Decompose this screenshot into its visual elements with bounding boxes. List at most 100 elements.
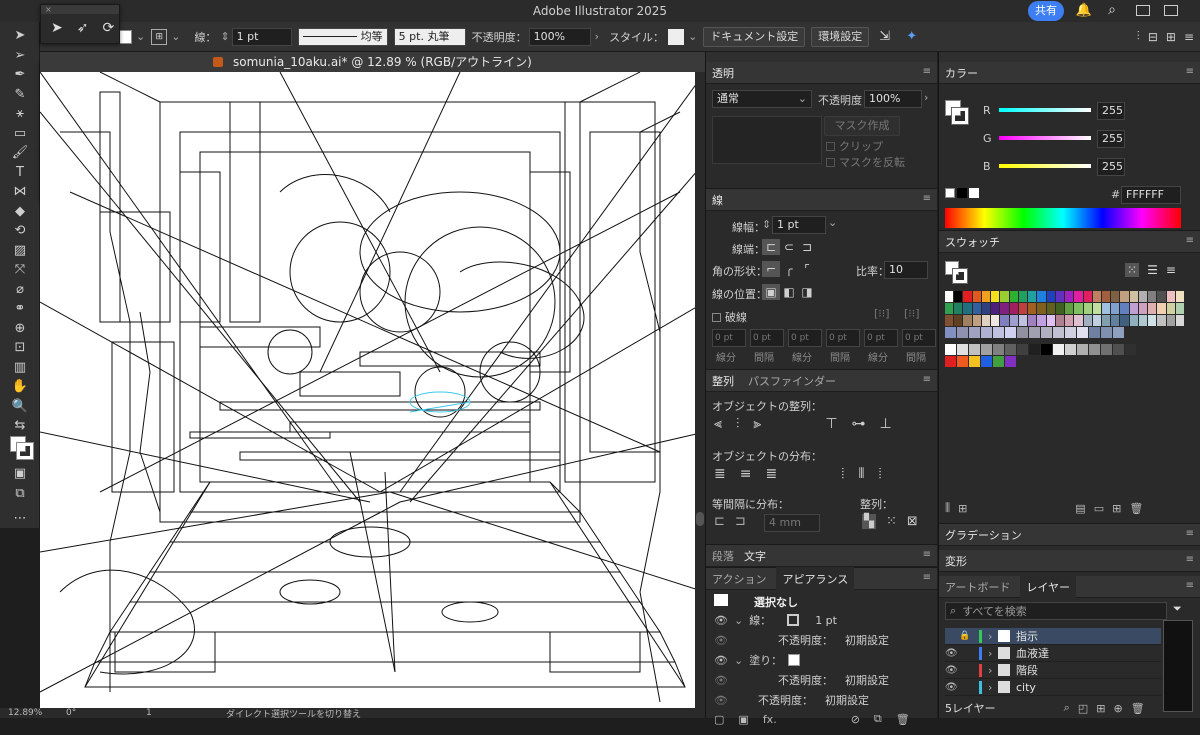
show-kinds-icon[interactable]: ⊞ [958, 502, 967, 515]
eyedropper-tool-icon[interactable]: ⌀ [0, 280, 40, 300]
eye-icon[interactable]: 👁 [714, 614, 728, 627]
color-swatch[interactable] [1065, 303, 1074, 314]
distribute-top-icon[interactable]: ≣ [714, 466, 726, 482]
color-swatch[interactable] [1018, 303, 1028, 314]
appearance-fill-row[interactable]: 👁 ⌄ 塗り： [714, 652, 801, 668]
color-swatch[interactable] [1037, 303, 1046, 314]
panel-menu-icon[interactable]: ≡ [923, 572, 931, 583]
arrange-documents-icon[interactable] [1136, 5, 1150, 16]
align-center-stroke-icon[interactable]: ▣ [762, 284, 780, 300]
color-swatch[interactable] [1055, 291, 1065, 302]
color-swatch[interactable] [1005, 356, 1016, 367]
new-sublayer-icon[interactable]: ⊞ [1096, 702, 1105, 715]
g-slider[interactable] [999, 136, 1091, 140]
color-swatch[interactable] [945, 315, 954, 326]
stroke-swatch[interactable] [16, 442, 34, 460]
color-swatch[interactable] [981, 315, 991, 326]
color-swatch[interactable] [963, 291, 972, 302]
eye-icon[interactable]: 👁 [714, 634, 728, 647]
new-color-group-icon[interactable]: ▭ [1094, 502, 1104, 515]
color-swatch[interactable] [1113, 327, 1124, 338]
zoom-level[interactable]: 12.89% [8, 708, 48, 718]
color-swatch[interactable] [1101, 327, 1112, 338]
eye-icon[interactable]: 👁 [714, 674, 728, 687]
gradient-tab[interactable]: グラデーション [945, 527, 1022, 543]
preferences-button[interactable]: 環境設定 [811, 26, 870, 47]
direct-selection-tool-icon[interactable]: ➢ [0, 46, 40, 66]
layers-search[interactable]: ⌕ すべてを検索 [945, 602, 1167, 620]
graphic-style-swatch[interactable] [668, 28, 685, 45]
layer-name[interactable]: 階段 [1016, 662, 1038, 678]
color-swatch[interactable] [1037, 315, 1046, 326]
color-swatch[interactable] [1157, 291, 1166, 302]
chevron-right-icon[interactable]: › [924, 91, 928, 104]
color-swatch[interactable] [1065, 315, 1074, 326]
color-swatch[interactable] [1065, 291, 1074, 302]
fx-icon[interactable]: fx. [763, 713, 777, 726]
color-swatch[interactable] [1028, 315, 1037, 326]
color-swatch[interactable] [954, 315, 963, 326]
color-swatch[interactable] [1157, 315, 1166, 326]
color-swatch[interactable] [1000, 291, 1009, 302]
color-swatch[interactable] [1046, 291, 1055, 302]
swatches-tab[interactable]: スウォッチ [945, 234, 1000, 250]
align-left-icon[interactable]: ⫷ [714, 416, 722, 432]
color-swatch[interactable] [1083, 303, 1092, 314]
color-swatch[interactable] [1000, 303, 1009, 314]
black-swatch[interactable] [957, 188, 967, 198]
layer-name[interactable]: 指示 [1016, 628, 1038, 644]
projecting-cap-icon[interactable]: ⊐ [798, 239, 816, 255]
color-swatch[interactable] [1101, 344, 1112, 355]
more-tools-icon[interactable]: ⋯ [0, 509, 40, 529]
color-swatch[interactable] [1138, 315, 1148, 326]
color-swatch[interactable] [1120, 291, 1129, 302]
swatches-panel-header[interactable]: スウォッチ ≡ [939, 231, 1200, 253]
layer-row[interactable]: 👁 › 階段 [945, 662, 1161, 679]
character-tab[interactable]: 文字 [744, 548, 766, 564]
swatch-options-icon[interactable]: ▤ [1075, 502, 1085, 515]
opacity-input[interactable]: 100% [528, 27, 591, 46]
align-tab[interactable]: 整列 [712, 373, 734, 389]
color-panel-header[interactable]: カラー ≡ [939, 62, 1200, 84]
color-swatch[interactable] [991, 315, 1000, 326]
color-swatch[interactable] [1148, 303, 1157, 314]
white-swatch[interactable] [969, 188, 979, 198]
appearance-tab[interactable]: アピアランス [776, 566, 855, 591]
chevron-right-icon[interactable]: › [595, 30, 599, 43]
color-swatch[interactable] [1028, 291, 1037, 302]
color-swatch[interactable] [969, 327, 980, 338]
selection-tool-icon[interactable]: ➤ [0, 26, 40, 46]
color-swatch[interactable] [1125, 344, 1136, 355]
dashed-line-checkbox[interactable]: 破線 [712, 309, 747, 325]
transparency-panel-header[interactable]: 透明 ≡ [706, 62, 937, 84]
miter-join-icon[interactable]: ⌐ [762, 261, 780, 277]
stepper-icon[interactable]: ⇕ [762, 218, 771, 231]
panel-menu-icon[interactable]: ≡ [923, 549, 931, 560]
color-swatch[interactable] [945, 303, 954, 314]
stroke-panel-header[interactable]: 線 ≡ [706, 189, 937, 211]
color-swatch[interactable] [1028, 303, 1037, 314]
color-swatch[interactable] [1065, 344, 1076, 355]
color-swatch[interactable] [1089, 327, 1100, 338]
color-swatch[interactable] [1055, 303, 1065, 314]
gradient-tool-icon[interactable]: ▨ [0, 241, 40, 261]
panel-menu-icon[interactable]: ≡ [923, 66, 931, 77]
color-swatch[interactable] [1101, 303, 1111, 314]
dash-input-1[interactable]: 0 pt [712, 329, 746, 347]
color-swatch[interactable] [945, 356, 956, 367]
color-swatch[interactable] [1083, 315, 1092, 326]
width-tool-icon[interactable]: ⤧ [0, 260, 40, 280]
blend-tool-icon[interactable]: ⚭ [0, 299, 40, 319]
color-swatch[interactable] [1175, 291, 1185, 302]
group-selection-icon[interactable]: ➶ [77, 20, 89, 36]
color-swatch[interactable] [993, 344, 1004, 355]
color-swatch[interactable] [1092, 303, 1101, 314]
fill-color-swatch[interactable] [118, 29, 132, 44]
chevron-down-icon[interactable]: ⌄ [734, 614, 743, 627]
transform-panel-header[interactable]: 変形 ≡ [939, 550, 1200, 572]
panel-menu-icon[interactable]: ≡ [1166, 263, 1176, 277]
gap-input-1[interactable]: 0 pt [750, 329, 784, 347]
trash-icon[interactable]: 🗑 [896, 713, 910, 726]
eye-icon[interactable]: 👁 [945, 665, 959, 676]
make-mask-button[interactable]: マスク作成 [824, 116, 900, 136]
